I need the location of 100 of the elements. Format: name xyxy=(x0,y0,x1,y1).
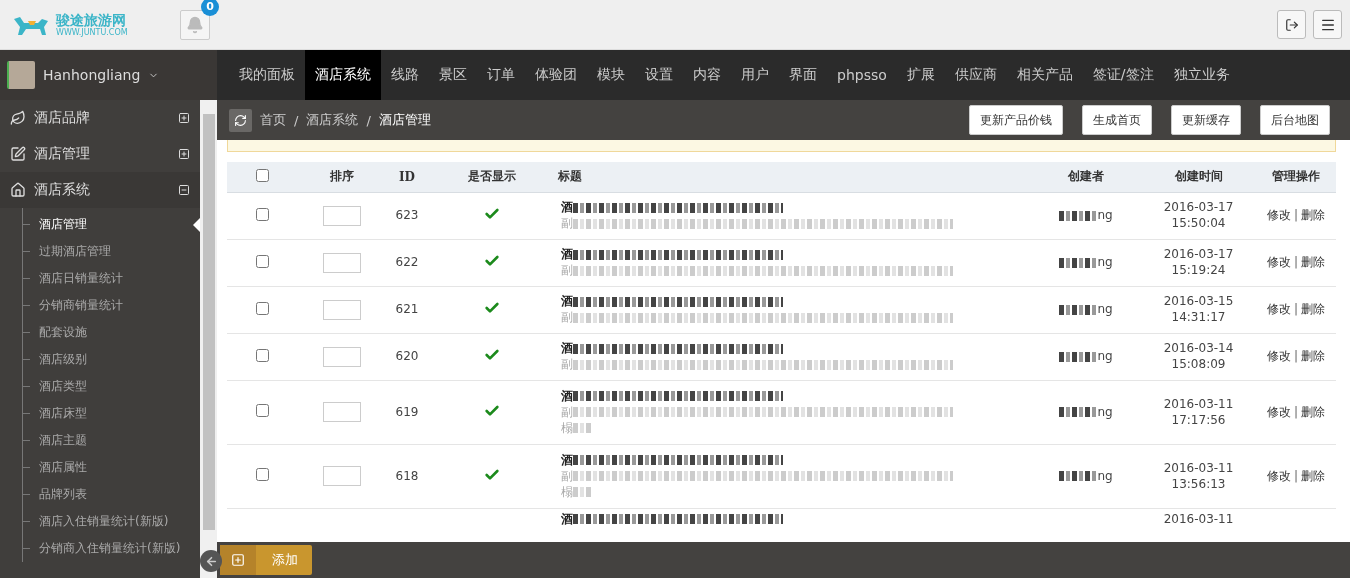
row-checkbox[interactable] xyxy=(255,348,269,362)
edit-link[interactable]: 修改 xyxy=(1266,349,1291,363)
sidebar-item[interactable]: 配套设施 xyxy=(23,319,200,346)
delete-link[interactable]: 删除 xyxy=(1301,468,1325,483)
edit-link[interactable]: 修改 xyxy=(1266,208,1291,222)
nav-tab[interactable]: 体验团 xyxy=(525,50,587,100)
nav-tab[interactable]: 模块 xyxy=(587,50,635,100)
title-text: 酒 xyxy=(561,341,573,356)
row-checkbox[interactable] xyxy=(255,254,269,268)
sort-field[interactable] xyxy=(323,402,361,422)
id-cell: 622 xyxy=(395,255,419,269)
subtitle-text: 榻 xyxy=(561,420,573,436)
link-separator: | xyxy=(1293,302,1298,316)
time-text: 15:08:09 xyxy=(1170,357,1227,372)
sidebar-item[interactable]: 酒店床型 xyxy=(23,400,200,427)
sort-field[interactable] xyxy=(323,466,361,486)
nav-tab[interactable]: 设置 xyxy=(635,50,683,100)
delete-link[interactable]: 删除 xyxy=(1301,404,1325,419)
expand-icon[interactable] xyxy=(178,148,190,160)
nav-tab[interactable]: 景区 xyxy=(429,50,477,100)
creator-text: ng xyxy=(1097,302,1113,317)
link-separator: | xyxy=(1293,349,1298,363)
notification-button[interactable] xyxy=(180,9,210,40)
nav-tab[interactable]: phpsso xyxy=(827,50,897,100)
delete-link[interactable]: 删除 xyxy=(1301,349,1325,363)
action-button[interactable]: 后台地图 xyxy=(1260,105,1330,135)
nav-tab[interactable]: 内容 xyxy=(683,50,731,100)
sort-field[interactable] xyxy=(323,299,361,320)
subtitle-text: 副 xyxy=(561,310,573,325)
row-checkbox[interactable] xyxy=(255,207,269,221)
title-text: 酒 xyxy=(561,294,573,309)
nav-tab[interactable]: 订单 xyxy=(477,50,525,100)
nav-tab[interactable]: 签证/签注 xyxy=(1082,50,1164,100)
nav-tab[interactable]: 酒店系统 xyxy=(305,50,381,100)
collapse-icon[interactable] xyxy=(178,184,190,196)
bell-icon xyxy=(186,15,204,34)
refresh-button[interactable] xyxy=(229,108,252,132)
nav-tab[interactable]: 用户 xyxy=(731,50,779,100)
sort-field[interactable] xyxy=(323,346,361,367)
nav-tab[interactable]: 线路 xyxy=(381,50,429,100)
edit-link[interactable]: 修改 xyxy=(1266,302,1291,316)
sort-field[interactable] xyxy=(323,205,361,226)
nav-tab[interactable]: 独立业务 xyxy=(1163,50,1240,100)
delete-link[interactable]: 删除 xyxy=(1301,208,1325,222)
select-all-checkbox[interactable] xyxy=(255,168,269,182)
sidebar-group[interactable]: 酒店品牌 xyxy=(34,109,170,127)
id-cell: 621 xyxy=(395,302,419,316)
action-button[interactable]: 生成首页 xyxy=(1082,105,1152,135)
sidebar-item[interactable]: 酒店属性 xyxy=(23,454,200,481)
scrollbar-thumb[interactable] xyxy=(202,114,215,530)
redacted-text xyxy=(1059,257,1098,268)
redacted-text xyxy=(1059,407,1098,417)
logo-text: 骏途旅游网 xyxy=(56,12,127,27)
nav-tab[interactable]: 我的面板 xyxy=(229,50,305,100)
sidebar-item[interactable]: 酒店主题 xyxy=(23,427,200,454)
menu-button[interactable] xyxy=(1313,10,1342,39)
nav-tab[interactable]: 供应商 xyxy=(944,50,1007,100)
column-header: 创建时间 xyxy=(1141,162,1256,192)
nav-tab[interactable]: 相关产品 xyxy=(1006,50,1083,100)
logout-button[interactable] xyxy=(1277,10,1306,39)
edit-link[interactable]: 修改 xyxy=(1266,468,1291,483)
time-text: 13:56:13 xyxy=(1170,476,1227,492)
delete-link[interactable]: 删除 xyxy=(1301,255,1325,269)
sort-field[interactable] xyxy=(323,252,361,273)
sidebar-item[interactable]: 品牌列表 xyxy=(23,481,200,508)
nav-tab[interactable]: 扩展 xyxy=(896,50,945,100)
redacted-text xyxy=(1059,304,1098,315)
sidebar-item[interactable]: 酒店日销量统计 xyxy=(23,265,200,292)
user-name[interactable]: Hanhongliang xyxy=(43,67,141,83)
delete-link[interactable]: 删除 xyxy=(1301,302,1325,316)
sidebar-item[interactable]: 酒店入住销量统计(新版) xyxy=(23,508,200,535)
sidebar-item[interactable]: 酒店级别 xyxy=(23,346,200,373)
subtitle-text: 榻 xyxy=(561,484,573,500)
edit-link[interactable]: 修改 xyxy=(1266,404,1291,419)
edit-link[interactable]: 修改 xyxy=(1266,255,1291,269)
sidebar-item[interactable]: 酒店类型 xyxy=(23,373,200,400)
expand-icon[interactable] xyxy=(178,112,190,124)
subtitle-text: 副 xyxy=(561,263,573,278)
breadcrumb-link[interactable]: 酒店系统 xyxy=(306,111,359,129)
title-text: 酒 xyxy=(561,388,573,404)
breadcrumb-link[interactable]: 首页 xyxy=(260,111,286,129)
sidebar-item[interactable]: 分销商销量统计 xyxy=(23,292,200,319)
row-checkbox[interactable] xyxy=(255,468,269,481)
action-button[interactable]: 更新产品价钱 xyxy=(969,105,1063,135)
id-cell: 620 xyxy=(395,349,419,363)
logo-url: WWW.JUNTU.COM xyxy=(56,28,128,37)
row-checkbox[interactable] xyxy=(255,301,269,315)
link-separator: | xyxy=(1293,468,1298,483)
edit-icon xyxy=(10,146,26,162)
action-button[interactable]: 更新缓存 xyxy=(1171,105,1241,135)
sidebar-item[interactable]: 分销商入住销量统计(新版) xyxy=(23,535,200,562)
title-text: 酒 xyxy=(561,511,573,527)
sidebar-item[interactable]: 过期酒店管理 xyxy=(23,238,200,265)
link-separator: | xyxy=(1293,404,1298,419)
sidebar-group[interactable]: 酒店管理 xyxy=(34,145,170,163)
column-header: ID xyxy=(387,162,427,192)
breadcrumb-separator: / xyxy=(366,112,371,128)
link-separator: | xyxy=(1293,255,1298,269)
nav-tab[interactable]: 界面 xyxy=(779,50,827,100)
row-checkbox[interactable] xyxy=(255,404,269,417)
